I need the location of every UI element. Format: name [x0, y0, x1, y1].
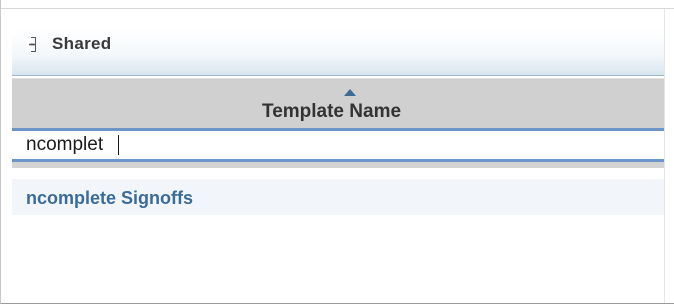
table-row[interactable]: ncomplete Signoffs	[12, 179, 664, 215]
column-header-label: Template Name	[262, 101, 402, 122]
group-title: Shared	[52, 34, 112, 53]
template-name-filter-input[interactable]	[12, 131, 664, 159]
text-caret	[118, 135, 119, 155]
right-divider	[664, 9, 665, 303]
filter-separator	[12, 162, 664, 168]
template-name-cell[interactable]: ncomplete Signoffs	[26, 188, 193, 209]
shared-group-panel: Shared Template Name ncomplete Signoffs	[12, 9, 664, 303]
empty-grid-area	[12, 215, 664, 303]
window-frame: Shared Template Name ncomplete Signoffs	[0, 0, 674, 304]
sort-ascending-icon	[344, 89, 356, 96]
minus-box-icon[interactable]	[27, 37, 36, 52]
